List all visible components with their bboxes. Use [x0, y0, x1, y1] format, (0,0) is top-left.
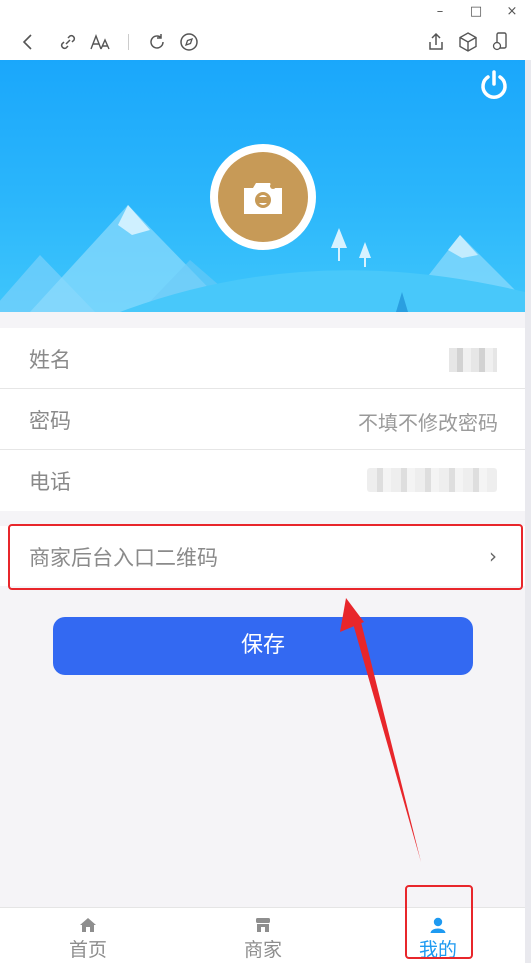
close-button[interactable]: ×	[502, 2, 522, 22]
tab-merchant-label: 商家	[243, 939, 282, 961]
avatar-image	[218, 152, 308, 242]
back-icon[interactable]	[16, 30, 40, 54]
window-titlebar: – □ ×	[0, 0, 531, 24]
phone-label: 电话	[29, 470, 71, 494]
home-icon	[80, 918, 96, 932]
password-label: 密码	[29, 409, 71, 433]
camera-icon	[244, 183, 282, 214]
link-icon[interactable]	[56, 30, 80, 54]
profile-form: 姓名 密码 不填不修改密码 电话	[0, 328, 525, 511]
compass-icon[interactable]	[177, 30, 201, 54]
name-value-redacted[interactable]	[449, 348, 497, 372]
scrollbar-track[interactable]	[525, 60, 531, 963]
highlight-box-qr-entry	[8, 524, 523, 590]
phone-row[interactable]: 电话	[0, 450, 525, 511]
highlight-box-tab-mine	[405, 885, 473, 959]
cube-icon[interactable]	[456, 30, 480, 54]
share-icon[interactable]	[424, 30, 448, 54]
phone-value-redacted[interactable]	[367, 468, 497, 492]
minimize-button[interactable]: –	[430, 2, 450, 22]
password-input[interactable]: 不填不修改密码	[358, 407, 498, 436]
tab-home-label: 首页	[68, 939, 107, 961]
refresh-icon[interactable]	[145, 30, 169, 54]
mobile-icon[interactable]	[488, 30, 512, 54]
tab-merchant[interactable]: 商家	[203, 908, 323, 963]
power-icon[interactable]	[477, 68, 511, 102]
font-size-icon[interactable]	[88, 30, 112, 54]
maximize-button[interactable]: □	[466, 2, 486, 22]
avatar[interactable]	[210, 144, 316, 250]
tab-home[interactable]: 首页	[28, 908, 148, 963]
browser-toolbar	[0, 24, 531, 60]
name-label: 姓名	[29, 348, 71, 372]
store-icon	[256, 918, 270, 932]
toolbar-separator	[128, 34, 129, 50]
save-button[interactable]: 保存	[53, 617, 473, 675]
profile-header	[0, 60, 525, 312]
password-row[interactable]: 密码 不填不修改密码	[0, 389, 525, 450]
name-row[interactable]: 姓名	[0, 328, 525, 389]
